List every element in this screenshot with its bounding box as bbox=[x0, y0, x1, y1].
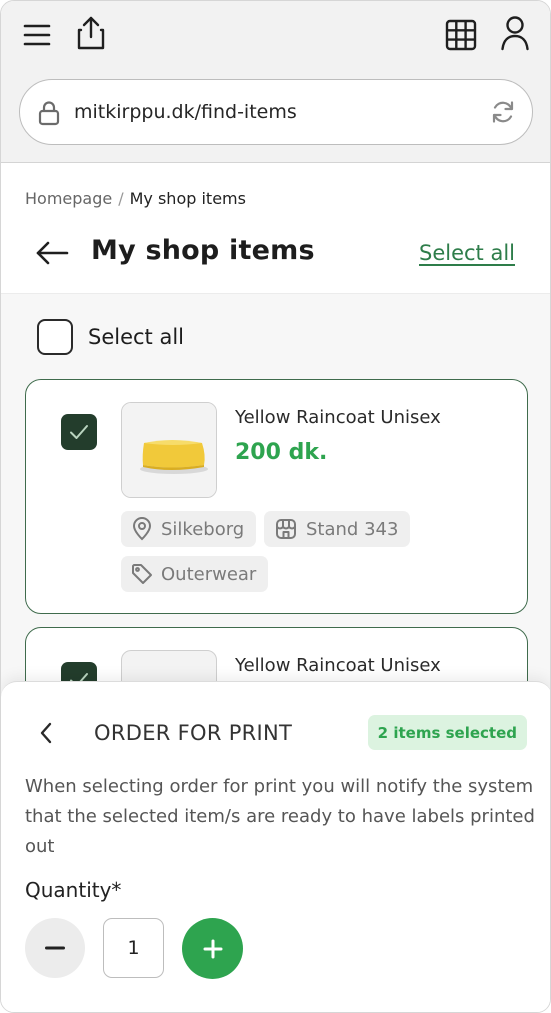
order-for-print-sheet: ORDER FOR PRINT 2 items selected When se… bbox=[1, 681, 550, 1012]
page-title: My shop items bbox=[91, 235, 315, 266]
check-icon bbox=[70, 425, 88, 439]
category-tag: Outerwear bbox=[121, 556, 269, 592]
reload-icon[interactable] bbox=[490, 99, 516, 129]
selected-count-badge: 2 items selected bbox=[367, 715, 527, 750]
browser-toolbar: mitkirppu.dk/find-items bbox=[1, 1, 550, 163]
select-all-link[interactable]: Select all bbox=[419, 241, 515, 265]
sheet-description: When selecting order for print you will … bbox=[25, 776, 535, 857]
select-all-label: Select all bbox=[88, 325, 184, 349]
app-frame: mitkirppu.dk/find-items Homepage / My shop… bbox=[0, 0, 551, 1013]
decrease-quantity-button[interactable] bbox=[25, 918, 85, 978]
breadcrumb-separator: / bbox=[118, 189, 124, 208]
page-header: Homepage / My shop items My shop items Sel… bbox=[1, 163, 550, 294]
grid-icon[interactable] bbox=[441, 15, 481, 55]
address-bar[interactable]: mitkirppu.dk/find-items bbox=[19, 79, 533, 145]
plus-icon bbox=[203, 939, 222, 958]
price-tag-icon bbox=[132, 564, 152, 584]
location-tag: Silkeborg bbox=[121, 511, 257, 547]
lock-icon bbox=[38, 100, 60, 130]
breadcrumb: Homepage / My shop items bbox=[25, 189, 246, 208]
share-icon[interactable] bbox=[71, 13, 111, 53]
item-thumbnail[interactable] bbox=[121, 402, 217, 498]
stand-tag: Stand 343 bbox=[264, 511, 411, 547]
increase-quantity-button[interactable] bbox=[182, 918, 243, 979]
menu-icon[interactable] bbox=[17, 15, 57, 55]
quantity-label: Quantity* bbox=[25, 878, 122, 902]
item-name: Yellow Raincoat Unisex bbox=[235, 655, 441, 676]
sheet-title: ORDER FOR PRINT bbox=[94, 721, 293, 745]
minus-icon bbox=[45, 946, 65, 950]
item-checkbox[interactable] bbox=[61, 414, 97, 450]
stand-text: Stand 343 bbox=[306, 518, 399, 540]
item-price: 200 dk. bbox=[235, 440, 328, 465]
item-card[interactable]: Yellow Raincoat Unisex 200 dk. Silkeborg… bbox=[25, 379, 528, 614]
back-arrow-icon[interactable] bbox=[35, 235, 75, 271]
select-all-checkbox[interactable] bbox=[37, 319, 73, 355]
item-name: Yellow Raincoat Unisex bbox=[235, 407, 441, 428]
breadcrumb-current: My shop items bbox=[129, 189, 246, 208]
raincoat-image bbox=[122, 403, 216, 497]
quantity-input[interactable] bbox=[103, 918, 164, 978]
select-all-row[interactable]: Select all bbox=[37, 319, 184, 355]
category-text: Outerwear bbox=[161, 563, 257, 585]
user-icon[interactable] bbox=[495, 13, 535, 53]
chevron-left-icon[interactable] bbox=[39, 718, 65, 748]
store-icon bbox=[276, 519, 296, 539]
location-text: Silkeborg bbox=[161, 518, 245, 540]
location-pin-icon bbox=[132, 517, 152, 541]
breadcrumb-home[interactable]: Homepage bbox=[25, 189, 112, 208]
url-text[interactable]: mitkirppu.dk/find-items bbox=[74, 101, 297, 123]
